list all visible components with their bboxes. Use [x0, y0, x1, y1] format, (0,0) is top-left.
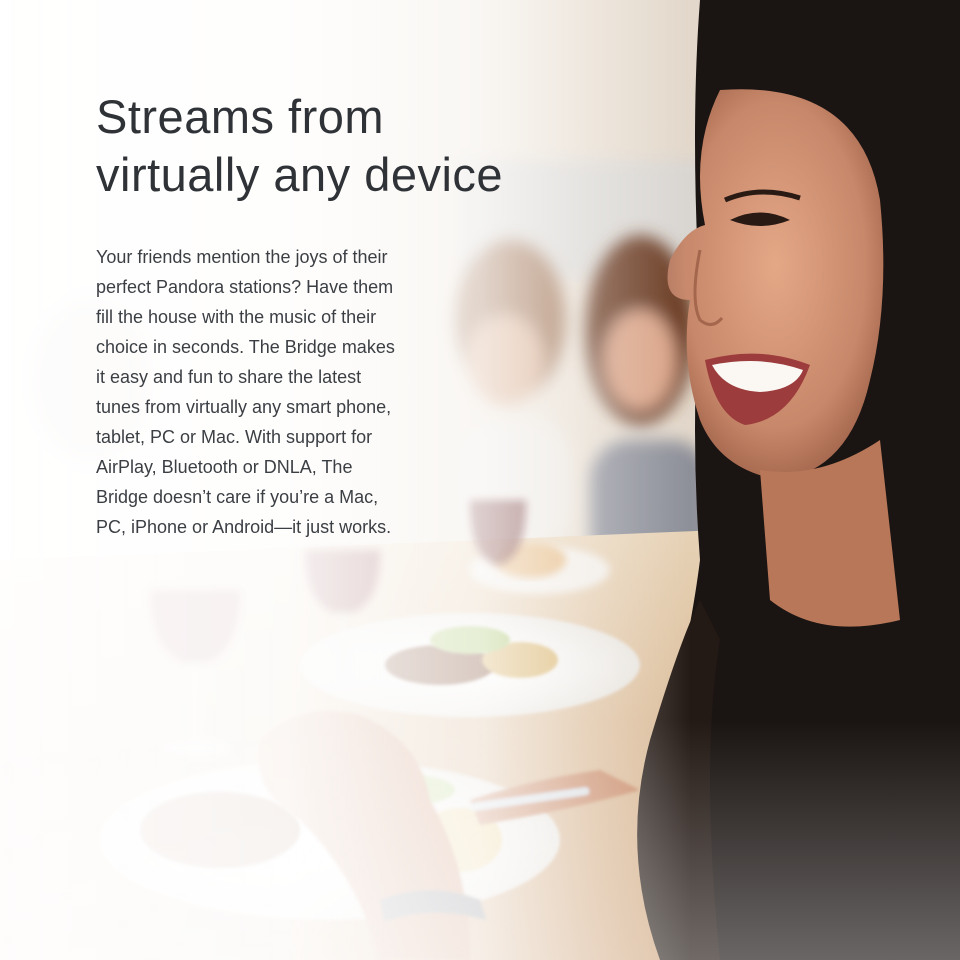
body-line: perfect Pandora stations? Have them — [96, 277, 394, 297]
body-line: PC, iPhone or Android—it just works. — [96, 517, 392, 537]
body-line: it easy and fun to share the latest — [96, 367, 362, 387]
title-line-2: virtually any device — [96, 148, 504, 201]
description-paragraph: Your friends mention the joys of their p… — [96, 242, 516, 542]
body-line: tunes from virtually any smart phone, — [96, 397, 392, 417]
body-line: choice in seconds. The Bridge makes — [96, 337, 395, 357]
body-line: Your friends mention the joys of their — [96, 247, 388, 267]
page-title: Streams from virtually any device — [96, 88, 656, 204]
body-line: fill the house with the music of their — [96, 307, 377, 327]
title-line-1: Streams from — [96, 90, 385, 143]
hero-panel: Streams from virtually any device Your f… — [0, 0, 960, 960]
body-line: Bridge doesn’t care if you’re a Mac, — [96, 487, 379, 507]
body-line: tablet, PC or Mac. With support for — [96, 427, 373, 447]
body-line: AirPlay, Bluetooth or DNLA, The — [96, 457, 353, 477]
